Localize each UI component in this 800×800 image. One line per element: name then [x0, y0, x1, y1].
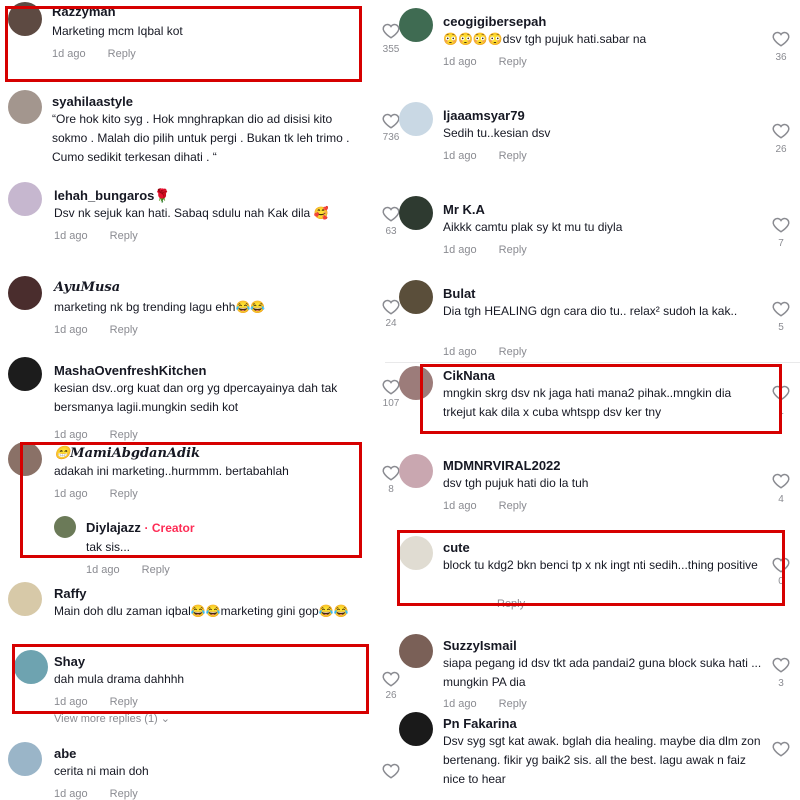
like-count: 7 — [778, 238, 784, 249]
comment-meta: 1d ago Reply — [443, 150, 527, 162]
comment-text: marketing nk bg trending lagu ehh😂😂 — [54, 300, 266, 314]
comment-text: Dsv syg sgt kat awak. bglah dia healing.… — [443, 734, 761, 786]
avatar[interactable] — [399, 196, 433, 230]
avatar[interactable] — [8, 182, 42, 216]
like-count: 4 — [778, 494, 784, 505]
comment-text: “Ore hok kito syg . Hok mnghrapkan dio a… — [52, 112, 350, 164]
comment-meta: 1d ago Reply — [54, 429, 138, 441]
heart-icon[interactable] — [772, 472, 790, 490]
comment-username[interactable]: MDMNRVIRAL2022 — [443, 458, 561, 473]
comment-text: Main doh dlu zaman iqbal😂😂marketing gini… — [54, 604, 349, 618]
avatar[interactable] — [8, 90, 42, 124]
reply-button[interactable]: Reply — [499, 244, 527, 256]
avatar[interactable] — [399, 280, 433, 314]
chevron-down-icon: ⌄ — [160, 713, 171, 725]
comment-username[interactable]: syahilaastyle — [52, 94, 133, 109]
divider — [385, 362, 800, 363]
comment-meta: 1d ago Reply — [54, 230, 138, 242]
comment-text: Dia tgh HEALING dgn cara dio tu.. relax²… — [443, 304, 738, 318]
highlight-box — [397, 530, 785, 606]
reply-button[interactable]: Reply — [499, 150, 527, 162]
comment-username[interactable]: ljaaamsyar79 — [443, 108, 525, 123]
reply-button[interactable]: Reply — [110, 324, 138, 336]
reply-button[interactable]: Reply — [110, 788, 138, 800]
comment-time: 1d ago — [54, 324, 88, 336]
comment-time: 1d ago — [443, 698, 477, 710]
reply-button[interactable]: Reply — [142, 564, 170, 576]
like-count: 5 — [778, 322, 784, 333]
comment-username[interactable]: Mr K.A — [443, 202, 485, 217]
like-count: 36 — [775, 52, 787, 63]
comment-username[interactable]: lehah_bungaros🌹 — [54, 188, 171, 204]
comment-username[interactable]: Raffy — [54, 586, 87, 601]
avatar[interactable] — [399, 8, 433, 42]
comment-time: 1d ago — [443, 500, 477, 512]
comment-meta: 1d ago Reply — [54, 788, 138, 800]
reply-button[interactable]: Reply — [110, 429, 138, 441]
reply-time: 1d ago — [86, 564, 120, 576]
comment-text: kesian dsv..org kuat dan org yg dpercaya… — [54, 381, 338, 414]
left-comment-column: Razzyman Marketing mcm Iqbal kot 1d ago R… — [0, 0, 400, 800]
heart-icon[interactable] — [772, 740, 790, 758]
comment-text: Sedih tu..kesian dsv — [443, 126, 551, 140]
avatar[interactable] — [399, 712, 433, 746]
comment-username[interactable]: Pn Fakarina — [443, 716, 517, 731]
avatar[interactable] — [399, 102, 433, 136]
comment-text: Dsv nk sejuk kan hati. Sabaq sdulu nah K… — [54, 206, 329, 220]
comment-meta: 1d ago Reply — [443, 500, 527, 512]
comment-time: 1d ago — [443, 150, 477, 162]
comment-meta: 1d ago Reply — [443, 56, 527, 68]
comment-text: Aikkk camtu plak sy kt mu tu diyla — [443, 220, 623, 234]
avatar[interactable] — [399, 634, 433, 668]
comment-time: 1d ago — [443, 244, 477, 256]
comment-time: 1d ago — [54, 788, 88, 800]
comment-meta: 1d ago Reply — [443, 244, 527, 256]
comment-username[interactable]: AyuMusa — [54, 280, 120, 295]
heart-icon[interactable] — [772, 122, 790, 140]
comment-username[interactable]: Bulat — [443, 286, 476, 301]
comment-username[interactable]: SuzzyIsmail — [443, 638, 517, 653]
highlight-box — [12, 644, 369, 714]
comment-meta: 1d ago Reply — [54, 324, 138, 336]
reply-button[interactable]: Reply — [499, 56, 527, 68]
highlight-box — [420, 364, 782, 434]
comment-time: 1d ago — [54, 230, 88, 242]
comment-meta: 1d ago Reply — [443, 698, 527, 710]
comment-time: 1d ago — [54, 429, 88, 441]
heart-icon[interactable] — [772, 656, 790, 674]
avatar[interactable] — [8, 276, 42, 310]
avatar[interactable] — [399, 454, 433, 488]
comment-time: 1d ago — [443, 346, 477, 358]
reply-button[interactable]: Reply — [499, 698, 527, 710]
avatar[interactable] — [8, 582, 42, 616]
reply-meta: 1d ago Reply — [86, 564, 170, 576]
like-count: 3 — [778, 678, 784, 689]
comment-time: 1d ago — [443, 56, 477, 68]
reply-button[interactable]: Reply — [110, 230, 138, 242]
comment-meta: 1d ago Reply — [443, 346, 527, 358]
comment-text: 😳😳😳😳dsv tgh pujuk hati.sabar na — [443, 32, 647, 46]
highlight-box — [5, 6, 362, 82]
heart-icon[interactable] — [772, 216, 790, 234]
like-count: 26 — [775, 144, 787, 155]
comment-username[interactable]: MashaOvenfreshKitchen — [54, 363, 206, 378]
right-comment-column: ceogigibersepah 😳😳😳😳dsv tgh pujuk hati.s… — [385, 0, 800, 800]
heart-icon[interactable] — [772, 300, 790, 318]
avatar[interactable] — [8, 357, 42, 391]
heart-icon[interactable] — [772, 30, 790, 48]
reply-button[interactable]: Reply — [499, 500, 527, 512]
comment-text: cerita ni main doh — [54, 764, 149, 778]
highlight-box — [20, 442, 362, 558]
reply-button[interactable]: Reply — [499, 346, 527, 358]
comment-username[interactable]: ceogigibersepah — [443, 14, 546, 29]
avatar[interactable] — [8, 742, 42, 776]
comment-text: siapa pegang id dsv tkt ada pandai2 guna… — [443, 656, 762, 689]
comment-text: dsv tgh pujuk hati dio la tuh — [443, 476, 589, 490]
comment-username[interactable]: abe — [54, 746, 76, 761]
